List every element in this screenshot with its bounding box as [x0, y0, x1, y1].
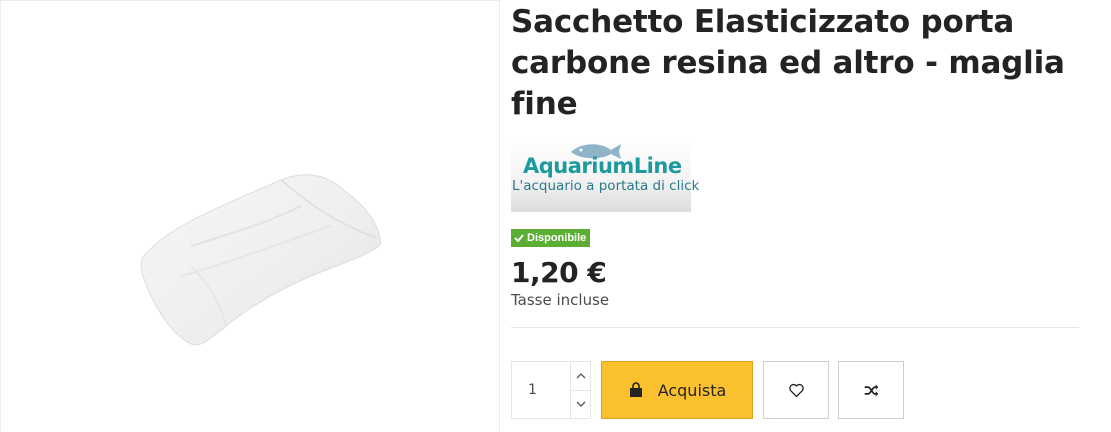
heart-icon	[788, 383, 804, 397]
availability-label: Disponibile	[527, 232, 587, 244]
check-icon	[514, 234, 524, 243]
product-image-panel	[0, 0, 500, 432]
availability-badge: Disponibile	[511, 229, 591, 247]
product-price: 1,20 €	[511, 256, 607, 289]
product-image[interactable]	[131, 166, 391, 356]
divider	[511, 327, 1079, 328]
shuffle-icon	[864, 384, 878, 396]
add-to-cart-label: Acquista	[657, 380, 727, 400]
add-to-cart-button[interactable]: Acquista	[601, 361, 753, 419]
chevron-up-icon	[576, 372, 585, 379]
quantity-input[interactable]	[512, 362, 570, 418]
chevron-down-icon	[576, 401, 585, 408]
brand-tagline: L'acquario a portata di click	[512, 178, 700, 194]
brand-name: AquariumLine	[523, 154, 682, 178]
quantity-increase-button[interactable]	[571, 362, 590, 391]
quantity-stepper	[511, 361, 591, 419]
tax-note: Tasse incluse	[511, 291, 610, 309]
brand-logo[interactable]: AquariumLine L'acquario a portata di cli…	[511, 138, 699, 212]
quantity-decrease-button[interactable]	[571, 391, 590, 419]
product-title: Sacchetto Elasticizzato porta carbone re…	[511, 4, 1065, 122]
quantity-buttons	[570, 362, 590, 418]
compare-button[interactable]	[838, 361, 904, 419]
shopping-bag-icon	[629, 382, 642, 397]
wishlist-button[interactable]	[763, 361, 829, 419]
